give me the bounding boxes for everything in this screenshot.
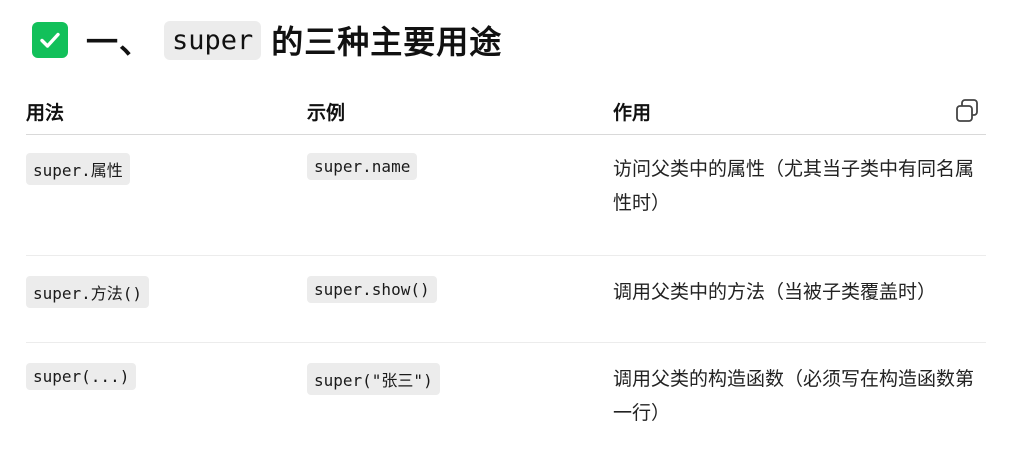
purpose-text: 调用父类的构造函数（必须写在构造函数第一行） (613, 362, 986, 430)
usage-table: 用法 示例 作用 super.属性 super.name 访问父类中的属性（尤其… (26, 88, 986, 463)
purpose-text: 调用父类中的方法（当被子类覆盖时） (613, 275, 986, 309)
table-row: super(...) super("张三") 调用父类的构造函数（必须写在构造函… (26, 343, 986, 463)
example-code: super.show() (307, 276, 437, 303)
header-purpose: 作用 (613, 88, 986, 135)
header-example: 示例 (307, 88, 613, 135)
heading-code: super (164, 21, 261, 60)
table-row: super.方法() super.show() 调用父类中的方法（当被子类覆盖时… (26, 256, 986, 343)
heading-prefix: 一、 (86, 17, 152, 63)
heading-suffix: 的三种主要用途 (271, 17, 502, 63)
usage-code: super.方法() (26, 276, 149, 308)
header-usage: 用法 (26, 88, 307, 135)
usage-code: super(...) (26, 363, 136, 390)
section-heading: 一、 super 的三种主要用途 (32, 16, 502, 64)
example-code: super("张三") (307, 363, 440, 395)
checkmark-icon (32, 22, 68, 58)
table-row: super.属性 super.name 访问父类中的属性（尤其当子类中有同名属性… (26, 135, 986, 256)
usage-code: super.属性 (26, 153, 130, 185)
purpose-text: 访问父类中的属性（尤其当子类中有同名属性时） (613, 152, 986, 220)
example-code: super.name (307, 153, 417, 180)
table-header-row: 用法 示例 作用 (26, 88, 986, 135)
